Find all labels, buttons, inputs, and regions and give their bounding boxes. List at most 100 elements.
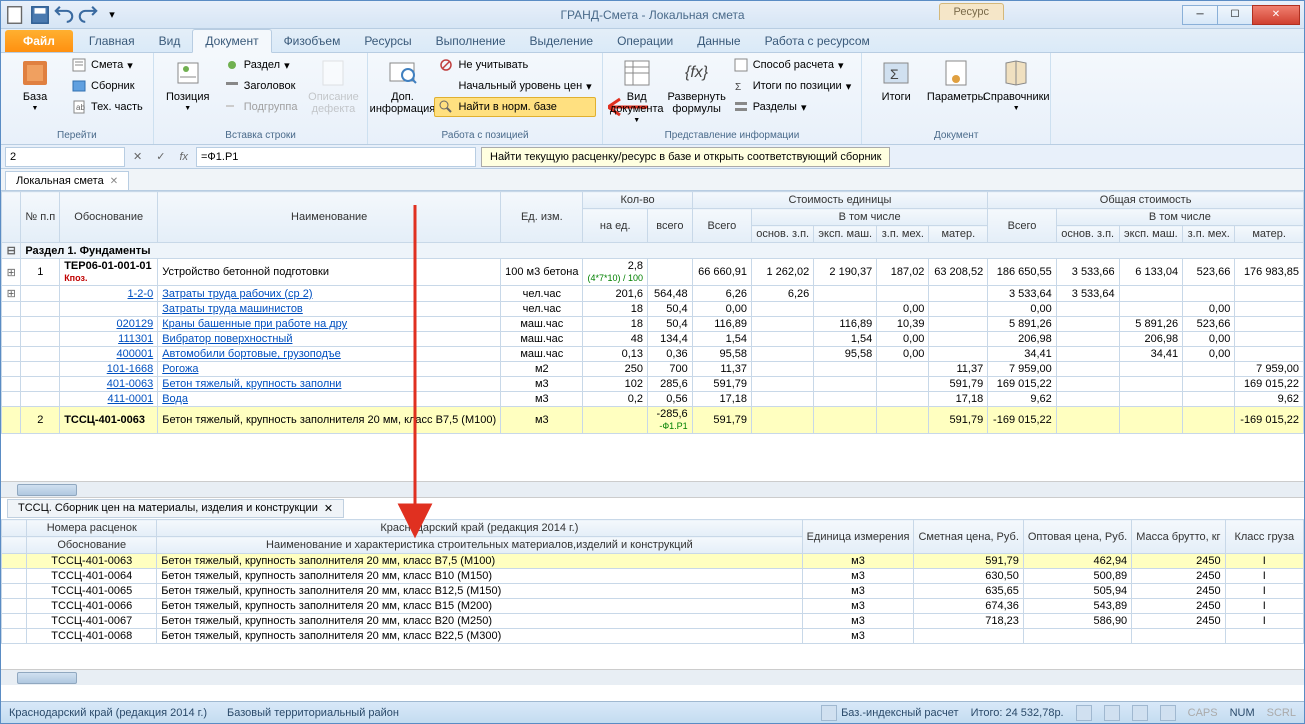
tab-main[interactable]: Главная — [77, 30, 147, 52]
sb-icon-4[interactable] — [1160, 705, 1176, 721]
col-stoim[interactable]: Стоимость единицы — [692, 192, 988, 209]
col-ed[interactable]: Ед. изм. — [501, 192, 583, 243]
tab-operations[interactable]: Операции — [605, 30, 685, 52]
dop-info-button[interactable]: Доп. информация — [374, 55, 430, 129]
ribbon-tabs: Файл Главная Вид Документ Физобъем Ресур… — [1, 29, 1304, 53]
table-row[interactable]: ТССЦ-401-0064Бетон тяжелый, крупность за… — [2, 569, 1304, 584]
tab-work-resource[interactable]: Работа с ресурсом — [753, 30, 882, 52]
close-button[interactable]: ✕ — [1252, 5, 1300, 25]
statusbar: Краснодарский край (редакция 2014 г.) Ба… — [1, 701, 1304, 723]
table-row[interactable]: ТССЦ-401-0063Бетон тяжелый, крупность за… — [2, 554, 1304, 569]
col-npp[interactable]: № п.п — [21, 192, 60, 243]
section-row[interactable]: ⊟Раздел 1. Фундаменты — [2, 243, 1304, 259]
table-row[interactable]: 020129Краны башенные при работе на друма… — [2, 317, 1304, 332]
fx-icon[interactable]: fx — [173, 151, 194, 163]
table-row[interactable]: ⊞1-2-0Затраты труда рабочих (ср 2)чел.ча… — [2, 286, 1304, 302]
neuch-button[interactable]: Не учитывать — [434, 55, 595, 75]
smeta-button[interactable]: Смета ▾ — [67, 55, 147, 75]
close-doc-icon[interactable]: ✕ — [110, 176, 118, 187]
col-obsh[interactable]: Общая стоимость — [988, 192, 1304, 209]
table-row[interactable]: ТССЦ-401-0066Бетон тяжелый, крупность за… — [2, 599, 1304, 614]
group-go-label: Перейти — [7, 129, 147, 142]
lower-panel-tab[interactable]: ТССЦ. Сборник цен на материалы, изделия … — [7, 499, 344, 518]
formula-bar: ✕ ✓ fx Найти текущую расценку/ресурс в б… — [1, 145, 1304, 169]
table-row[interactable]: ТССЦ-401-0067Бетон тяжелый, крупность за… — [2, 614, 1304, 629]
qat-redo-icon[interactable] — [77, 4, 99, 26]
status-terr: Базовый территориальный район — [227, 707, 399, 719]
cell-reference-input[interactable] — [5, 147, 125, 167]
tab-selection[interactable]: Выделение — [518, 30, 606, 52]
tab-phys[interactable]: Физобъем — [272, 30, 353, 52]
tab-file[interactable]: Файл — [5, 30, 73, 52]
table-row[interactable]: 400001Автомобили бортовые, грузоподъемаш… — [2, 347, 1304, 362]
ribbon-body: База▼ Смета ▾ Сборник abТех. часть Перей… — [1, 53, 1304, 145]
razdely-button[interactable]: Разделы ▾ — [729, 97, 856, 117]
sb-icon-1[interactable] — [1076, 705, 1092, 721]
sprav-button[interactable]: Справочники▼ — [988, 55, 1044, 129]
document-tab[interactable]: Локальная смета✕ — [5, 171, 129, 190]
table-row[interactable]: 101-1668Рогожам225070011,3711,377 959,00… — [2, 362, 1304, 377]
tooltip: Найти текущую расценку/ресурс в базе и о… — [481, 147, 890, 167]
qat-save-icon[interactable] — [29, 4, 51, 26]
main-grid[interactable]: № п.п Обоснование Наименование Ед. изм. … — [1, 191, 1304, 434]
col-naim[interactable]: Наименование — [158, 192, 501, 243]
context-tab[interactable]: Ресурс — [939, 3, 1004, 20]
tab-view[interactable]: Вид — [147, 30, 193, 52]
itogi-button[interactable]: ΣИтоги — [868, 55, 924, 129]
defect-button[interactable]: Описание дефекта — [305, 55, 361, 129]
sposob-button[interactable]: Способ расчета ▾ — [729, 55, 856, 75]
find-norm-base-button[interactable]: Найти в норм. базе — [434, 97, 595, 117]
table-row[interactable]: 111301Вибратор поверхностныймаш.час48134… — [2, 332, 1304, 347]
table-row[interactable]: ⊞1ТЕР06-01-001-01Кпоз.Устройство бетонно… — [2, 259, 1304, 286]
sb-icon-3[interactable] — [1132, 705, 1148, 721]
qat-undo-icon[interactable] — [53, 4, 75, 26]
group-pres-label: Представление информации — [609, 129, 856, 142]
itogi-pos-button[interactable]: ΣИтоги по позиции ▾ — [729, 76, 856, 96]
lower-grid[interactable]: Номера расценок Краснодарский край (реда… — [1, 519, 1304, 644]
maximize-button[interactable]: ☐ — [1217, 5, 1253, 25]
svg-text:{fx}: {fx} — [685, 64, 709, 81]
position-button[interactable]: Позиция▼ — [160, 55, 216, 129]
table-row[interactable]: ТССЦ-401-0068Бетон тяжелый, крупность за… — [2, 629, 1304, 644]
qat-more-icon[interactable]: ▾ — [101, 4, 123, 26]
status-region: Краснодарский край (редакция 2014 г.) — [9, 707, 207, 719]
table-row[interactable]: 401-0063Бетон тяжелый, крупность заполни… — [2, 377, 1304, 392]
horizontal-scrollbar[interactable] — [1, 481, 1304, 497]
svg-text:Σ: Σ — [890, 66, 899, 82]
table-row[interactable]: ТССЦ-401-0065Бетон тяжелый, крупность за… — [2, 584, 1304, 599]
param-button[interactable]: Параметры — [928, 55, 984, 129]
col-kolvo[interactable]: Кол-во — [583, 192, 692, 209]
podgruppa-button: Подгруппа — [220, 97, 302, 117]
titlebar: ▾ ГРАНД-Смета - Локальная смета Ресурс ─… — [1, 1, 1304, 29]
razdel-button[interactable]: Раздел ▾ — [220, 55, 302, 75]
svg-text:ab: ab — [76, 103, 85, 112]
tech-button[interactable]: abТех. часть — [67, 97, 147, 117]
minimize-button[interactable]: ─ — [1182, 5, 1218, 25]
vid-doc-button[interactable]: Вид документа▼ — [609, 55, 665, 129]
nach-uroven-button[interactable]: Начальный уровень цен ▾ — [434, 76, 595, 96]
sb-icon-2[interactable] — [1104, 705, 1120, 721]
window-title: ГРАНД-Смета - Локальная смета — [560, 8, 744, 22]
sbornik-button[interactable]: Сборник — [67, 76, 147, 96]
calc-mode-icon[interactable] — [821, 705, 837, 721]
tab-data[interactable]: Данные — [685, 30, 752, 52]
svg-text:Σ: Σ — [735, 82, 741, 93]
table-row[interactable]: 411-0001Водам30,20,5617,1817,189,629,62 — [2, 392, 1304, 407]
tab-document[interactable]: Документ — [192, 29, 271, 53]
tab-execution[interactable]: Выполнение — [424, 30, 518, 52]
table-row[interactable]: Затраты труда машинистовчел.час1850,40,0… — [2, 302, 1304, 317]
lower-scrollbar[interactable] — [1, 669, 1304, 685]
razv-form-button[interactable]: {fx}Развернуть формулы — [669, 55, 725, 129]
group-position-label: Работа с позицией — [374, 129, 595, 142]
zagolovok-button[interactable]: Заголовок — [220, 76, 302, 96]
formula-input[interactable] — [196, 147, 476, 167]
close-lower-icon[interactable]: ✕ — [324, 502, 333, 515]
col-obosn[interactable]: Обоснование — [60, 192, 158, 243]
qat-new-icon[interactable] — [5, 4, 27, 26]
base-button[interactable]: База▼ — [7, 55, 63, 129]
selected-row[interactable]: 2ТССЦ-401-0063Бетон тяжелый, крупность з… — [2, 407, 1304, 434]
tab-resources[interactable]: Ресурсы — [352, 30, 423, 52]
formula-cancel-icon[interactable]: ✕ — [127, 150, 148, 163]
group-doc-label: Документ — [868, 129, 1044, 142]
formula-accept-icon[interactable]: ✓ — [150, 150, 171, 163]
